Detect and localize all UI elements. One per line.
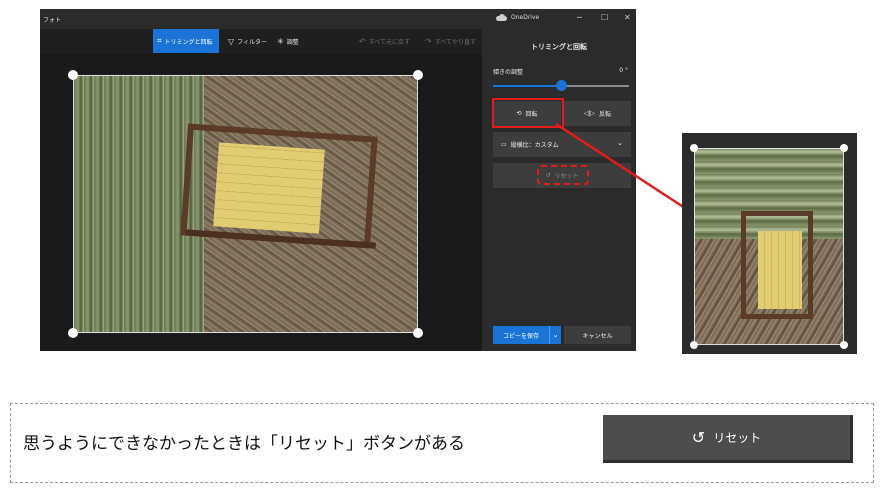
chevron-down-icon: ⌄ bbox=[617, 139, 623, 147]
minimize-button[interactable]: ─ bbox=[577, 13, 582, 22]
tab-crop-rotate[interactable]: ⌗ トリミングと回転 bbox=[153, 29, 219, 53]
result-handle-top-left bbox=[690, 144, 698, 152]
save-options-button[interactable]: ⌄ bbox=[549, 326, 561, 344]
result-handle-bottom-left bbox=[690, 341, 698, 349]
crop-icon: ⌗ bbox=[157, 36, 162, 45]
reset-button-enlarged: ↺ リセット bbox=[603, 415, 853, 463]
crop-handle-bottom-left[interactable] bbox=[68, 328, 78, 338]
aspect-ratio-label: 縦横比：カスタム bbox=[510, 142, 559, 149]
save-copy-label: コピーを保存 bbox=[502, 332, 539, 340]
crop-handle-bottom-right[interactable] bbox=[413, 328, 423, 338]
sun-icon: ✳ bbox=[277, 36, 284, 46]
onedrive-status[interactable]: OneDrive bbox=[496, 14, 539, 21]
redo-all-label: すべてやり直す bbox=[434, 38, 477, 46]
title-bar: フォト OneDrive ─ ☐ ✕ bbox=[40, 9, 636, 29]
crop-handle-top-right[interactable] bbox=[413, 70, 423, 80]
rotated-result-preview bbox=[682, 133, 857, 354]
redo-icon: ↷ bbox=[425, 36, 432, 46]
crop-handle-top-left[interactable] bbox=[68, 70, 78, 80]
cloud-icon bbox=[496, 14, 507, 21]
result-handle-top-right bbox=[840, 144, 848, 152]
maximize-button[interactable]: ☐ bbox=[601, 13, 608, 22]
aspect-ratio-dropdown[interactable]: ▭ 縦横比：カスタム ⌄ bbox=[493, 132, 631, 157]
undo-icon: ↶ bbox=[359, 36, 366, 46]
reset-icon: ↺ bbox=[691, 428, 706, 447]
caption-text: 思うようにできなかったときは「リセット」ボタンがある bbox=[23, 434, 465, 454]
cancel-button[interactable]: キャンセル bbox=[564, 326, 631, 344]
aspect-ratio-icon: ▭ bbox=[501, 141, 507, 148]
cancel-label: キャンセル bbox=[582, 332, 613, 340]
result-handle-bottom-right bbox=[840, 341, 848, 349]
close-button[interactable]: ✕ bbox=[624, 13, 631, 22]
flip-button[interactable]: ◁|▷ 反転 bbox=[564, 101, 631, 126]
tab-filter[interactable]: ▽ フィルター bbox=[224, 29, 271, 53]
photo-canvas bbox=[40, 53, 482, 351]
rotated-photo-gate-panel bbox=[758, 231, 802, 309]
tab-filter-label: フィルター bbox=[237, 38, 268, 46]
chevron-down-icon: ⌄ bbox=[552, 331, 559, 339]
reset-button-enlarged-label: リセット bbox=[713, 431, 762, 445]
tab-adjust-label: 調整 bbox=[286, 38, 299, 46]
flip-label: 反転 bbox=[599, 111, 612, 118]
tab-adjust[interactable]: ✳ 調整 bbox=[273, 29, 303, 53]
undo-all-button[interactable]: ↶ すべて元に戻す bbox=[355, 29, 414, 53]
straighten-value: 0 ° bbox=[619, 67, 628, 74]
photo-gate-panel bbox=[213, 142, 325, 234]
undo-all-label: すべて元に戻す bbox=[368, 38, 411, 46]
onedrive-label: OneDrive bbox=[511, 14, 540, 21]
flip-icon: ◁|▷ bbox=[583, 110, 596, 117]
straighten-slider-thumb[interactable] bbox=[555, 80, 567, 91]
crop-rotate-panel: トリミングと回転 傾きの調整 0 ° ⟲ 回転 ◁|▷ 反転 ▭ 縦横比：カスタ… bbox=[482, 29, 636, 351]
redo-all-button[interactable]: ↷ すべてやり直す bbox=[421, 29, 480, 53]
edit-toolbar: ⌗ トリミングと回転 ▽ フィルター ✳ 調整 ↶ すべて元に戻す ↷ すべてや… bbox=[40, 29, 482, 53]
save-copy-button[interactable]: コピーを保存 bbox=[493, 326, 549, 344]
rotated-photo bbox=[694, 148, 844, 345]
rotate-highlight-box bbox=[492, 98, 564, 128]
panel-title: トリミングと回転 bbox=[531, 43, 587, 51]
straighten-label: 傾きの調整 bbox=[493, 69, 524, 76]
reset-highlight-box bbox=[537, 165, 589, 185]
filter-icon: ▽ bbox=[228, 36, 235, 46]
caption-box: 思うようにできなかったときは「リセット」ボタンがある ↺ リセット bbox=[10, 403, 874, 483]
photo-being-edited[interactable] bbox=[73, 75, 418, 333]
tab-crop-rotate-label: トリミングと回転 bbox=[164, 38, 213, 46]
straighten-slider-fill bbox=[493, 85, 561, 87]
app-title: フォト bbox=[43, 17, 62, 24]
